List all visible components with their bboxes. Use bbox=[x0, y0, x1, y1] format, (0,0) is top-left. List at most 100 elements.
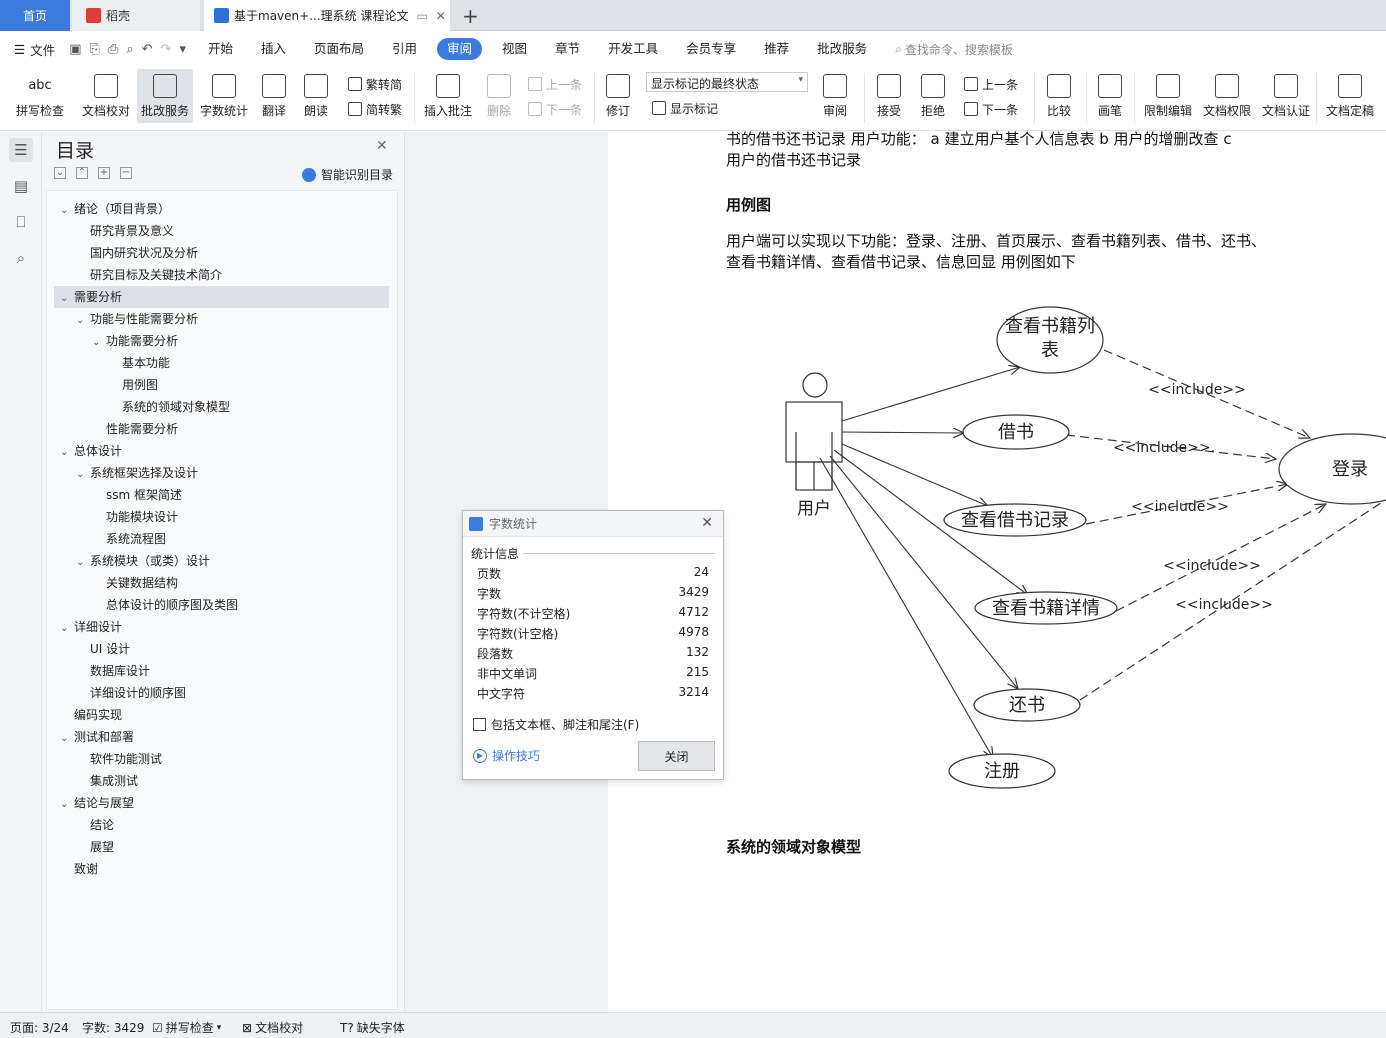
close-panel-icon[interactable]: ✕ bbox=[376, 138, 388, 154]
doc-permission-button[interactable]: 文档权限 bbox=[1199, 69, 1255, 123]
toc-item[interactable]: 关键数据结构 bbox=[92, 572, 178, 594]
toc-item[interactable]: ⌄ 绪论（项目背景） bbox=[60, 198, 170, 220]
bookmark-icon[interactable]: ⎕ bbox=[9, 210, 33, 234]
toc-item[interactable]: 致谢 bbox=[60, 858, 98, 880]
pen-button[interactable]: 画笔 bbox=[1092, 69, 1128, 123]
chevron-down-icon[interactable]: ⌄ bbox=[76, 464, 90, 486]
chevron-down-icon[interactable]: ⌄ bbox=[92, 332, 106, 354]
menu-item[interactable]: 开发工具 bbox=[594, 38, 672, 60]
toc-item[interactable]: 研究目标及关键技术简介 bbox=[76, 264, 222, 286]
redo-icon[interactable]: ↷ bbox=[161, 42, 172, 57]
toc-item[interactable]: ⌄ 结论与展望 bbox=[60, 792, 134, 814]
tab-daoke[interactable]: 稻壳 bbox=[72, 0, 200, 31]
prev-change-button[interactable]: 上一条 bbox=[964, 75, 1018, 93]
menu-item[interactable]: 批改服务 bbox=[803, 38, 881, 60]
page-indicator[interactable]: 页面: 3/24 bbox=[10, 1019, 69, 1036]
tab-document[interactable]: 基于maven+...理系统 课程论文 ▭ ✕ bbox=[204, 0, 450, 31]
chevron-down-icon[interactable]: ⌄ bbox=[60, 288, 74, 310]
command-search[interactable]: ⌕ 查找命令、搜索模板 bbox=[895, 41, 1013, 58]
toc-item[interactable]: 功能模块设计 bbox=[92, 506, 178, 528]
translate-button[interactable]: 翻译 bbox=[255, 69, 293, 123]
chevron-down-icon[interactable]: ⌄ bbox=[60, 200, 74, 222]
close-button[interactable]: 关闭 bbox=[638, 741, 715, 771]
status-missing-font[interactable]: T? 缺失字体 bbox=[340, 1019, 405, 1036]
doc-finalize-button[interactable]: 文档定稿 bbox=[1320, 69, 1380, 123]
menu-item[interactable]: 推荐 bbox=[750, 38, 803, 60]
outline-icon[interactable]: ▤ bbox=[9, 174, 33, 198]
insert-comment-button[interactable]: 插入批注 bbox=[422, 69, 474, 123]
track-changes-button[interactable]: 修订 bbox=[600, 69, 636, 123]
print-icon[interactable]: ⎙ bbox=[108, 42, 118, 57]
chevron-down-icon[interactable]: ⌄ bbox=[60, 728, 74, 750]
menu-item[interactable]: 页面布局 bbox=[300, 38, 378, 60]
toc-item[interactable]: 系统的领域对象模型 bbox=[108, 396, 230, 418]
toc-item[interactable]: 集成测试 bbox=[76, 770, 138, 792]
toc-item[interactable]: ⌄ 功能与性能需要分析 bbox=[76, 308, 198, 330]
dialog-title-bar[interactable]: 字数统计 ✕ bbox=[463, 511, 723, 537]
menu-item[interactable]: 引用 bbox=[378, 38, 431, 60]
toc-item[interactable]: ⌄ 需要分析 bbox=[60, 286, 122, 308]
toc-item[interactable]: 结论 bbox=[76, 814, 114, 836]
file-menu[interactable]: ☰ 文件 bbox=[0, 40, 55, 59]
new-tab-icon[interactable]: + bbox=[462, 4, 479, 28]
more-icon[interactable]: ▾ bbox=[179, 42, 186, 57]
markup-state-select[interactable]: 显示标记的最终状态 ▾ bbox=[646, 72, 808, 92]
chevron-down-icon[interactable]: ⌄ bbox=[60, 618, 74, 640]
menu-item[interactable]: 审阅 bbox=[437, 38, 483, 60]
word-count-button[interactable]: 字数统计 bbox=[196, 69, 252, 123]
smart-toc-button[interactable]: 智能识别目录 bbox=[302, 166, 393, 183]
status-spell-check[interactable]: ☑ 拼写检查 ▾ bbox=[152, 1019, 221, 1036]
prev-comment-button[interactable]: 上一条 bbox=[528, 75, 582, 93]
next-change-button[interactable]: 下一条 bbox=[964, 100, 1018, 118]
word-count-indicator[interactable]: 字数: 3429 bbox=[82, 1019, 144, 1036]
restrict-editing-button[interactable]: 限制编辑 bbox=[1140, 69, 1196, 123]
toc-item[interactable]: 性能需要分析 bbox=[92, 418, 178, 440]
add-heading-icon[interactable]: + bbox=[98, 167, 110, 179]
save-icon[interactable]: ▣ bbox=[69, 42, 81, 57]
chevron-down-icon[interactable]: ⌄ bbox=[76, 552, 90, 574]
toc-item[interactable]: 国内研究状况及分析 bbox=[76, 242, 198, 264]
status-proofread[interactable]: ⊠ 文档校对 bbox=[242, 1019, 303, 1036]
toc-item[interactable]: 基本功能 bbox=[108, 352, 170, 374]
toc-item[interactable]: ssm 框架简述 bbox=[92, 484, 182, 506]
chevron-down-icon[interactable]: ⌄ bbox=[60, 794, 74, 816]
simp-to-trad-button[interactable]: 简转繁 bbox=[348, 100, 402, 118]
toc-item[interactable]: 研究背景及意义 bbox=[76, 220, 174, 242]
compare-button[interactable]: 比较 bbox=[1040, 69, 1078, 123]
toc-item[interactable]: 软件功能测试 bbox=[76, 748, 162, 770]
toc-item[interactable]: 数据库设计 bbox=[76, 660, 150, 682]
menu-item[interactable]: 插入 bbox=[247, 38, 300, 60]
toc-item[interactable]: ⌄ 测试和部署 bbox=[60, 726, 134, 748]
toc-item[interactable]: ⌄ 系统模块（或类）设计 bbox=[76, 550, 210, 572]
menu-item[interactable]: 会员专享 bbox=[672, 38, 750, 60]
document-page[interactable]: 书的借书还书记录 用户功能： a 建立用户基个人信息表 b 用户的增删改查 c … bbox=[608, 130, 1386, 1012]
review-service-button[interactable]: 批改服务 bbox=[137, 69, 193, 123]
menu-item[interactable]: 章节 bbox=[541, 38, 594, 60]
remove-heading-icon[interactable]: − bbox=[120, 167, 132, 179]
chevron-down-icon[interactable]: ⌄ bbox=[76, 310, 90, 332]
toc-item[interactable]: 编码实现 bbox=[60, 704, 122, 726]
show-markup-button[interactable]: 显示标记 bbox=[652, 99, 718, 117]
trad-to-simp-button[interactable]: 繁转简 bbox=[348, 75, 402, 93]
chevron-down-icon[interactable]: ⌄ bbox=[60, 442, 74, 464]
accept-button[interactable]: 接受 bbox=[870, 69, 908, 123]
menu-item[interactable]: 视图 bbox=[488, 38, 541, 60]
undo-icon[interactable]: ↶ bbox=[142, 42, 153, 57]
toc-item[interactable]: 用例图 bbox=[108, 374, 158, 396]
preview-icon[interactable]: ⌕ bbox=[126, 42, 133, 57]
collapse-all-icon[interactable]: ⌃ bbox=[76, 167, 88, 179]
proofread-button[interactable]: 文档校对 bbox=[78, 69, 134, 123]
search-icon[interactable]: ⌕ bbox=[9, 246, 33, 270]
toc-item[interactable]: ⌄ 详细设计 bbox=[60, 616, 122, 638]
menu-item[interactable]: 开始 bbox=[194, 38, 247, 60]
delete-comment-button[interactable]: 删除 bbox=[480, 69, 518, 123]
include-textbox-checkbox[interactable]: 包括文本框、脚注和尾注(F) bbox=[473, 716, 639, 733]
toc-item[interactable]: UI 设计 bbox=[76, 638, 130, 660]
toc-item[interactable]: ⌄ 功能需要分析 bbox=[92, 330, 178, 352]
toc-item[interactable]: 展望 bbox=[76, 836, 114, 858]
toc-item[interactable]: 总体设计的顺序图及类图 bbox=[92, 594, 238, 616]
spell-check-button[interactable]: abc 拼写检查 bbox=[10, 69, 70, 123]
review-pane-button[interactable]: 审阅 bbox=[816, 69, 854, 123]
expand-all-icon[interactable]: ⌄ bbox=[54, 167, 66, 179]
doc-certify-button[interactable]: 文档认证 bbox=[1258, 69, 1314, 123]
